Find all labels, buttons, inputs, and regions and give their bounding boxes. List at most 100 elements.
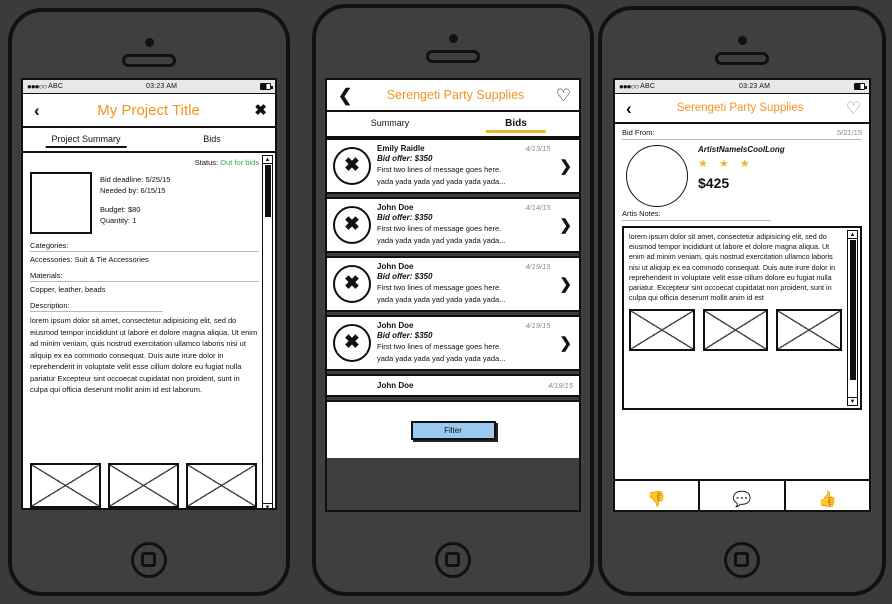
close-icon[interactable]: ✖ <box>254 103 267 118</box>
bid-deadline-label: Bid deadline: 5/25/15 <box>100 175 171 184</box>
action-label: Ask artist <box>728 510 757 511</box>
tab-label: Bids <box>203 134 221 144</box>
tab-bids[interactable]: Bids <box>149 128 275 151</box>
carrier-label: ABC <box>48 83 64 90</box>
signal-strength-icon: ●●●○○ <box>619 82 639 91</box>
bidder-name: John Doe <box>377 203 414 212</box>
action-label: Decline <box>645 510 668 511</box>
tab-bar: Project Summary Bids <box>23 128 275 153</box>
accept-bid-button[interactable]: 👍 Accept Bid <box>786 481 869 511</box>
vertical-scrollbar[interactable]: ▲ ▼ <box>847 230 858 406</box>
artist-notes-label: Artis Notes: <box>622 209 661 218</box>
attachment-thumbnail-row <box>23 457 275 508</box>
status-bar: ●●●○○ ABC 03:23 AM <box>615 80 869 94</box>
avatar <box>626 145 688 207</box>
scroll-down-icon[interactable]: ▼ <box>263 503 272 508</box>
artist-notes-panel[interactable]: lorem ipsum dolor sit amet, consectetur … <box>622 226 862 410</box>
home-button[interactable] <box>724 542 760 578</box>
chevron-right-icon[interactable]: ❯ <box>556 216 575 234</box>
scroll-up-icon[interactable]: ▲ <box>263 156 272 164</box>
home-button[interactable] <box>435 542 471 578</box>
summary-scroll-area[interactable]: Status: Out for bids Bid deadline: 5/25/… <box>23 153 275 471</box>
list-item[interactable]: John Doe 4/19/15 <box>327 374 579 397</box>
field-label: Materials: <box>30 271 63 280</box>
scroll-up-icon[interactable]: ▲ <box>848 231 857 239</box>
bid-message-line-2: yada yada yada yad yada yada yada... <box>377 236 506 245</box>
bid-content: Emily Raidle 4/13/15 Bid offer: $350 Fir… <box>377 144 550 187</box>
list-item[interactable]: ✖ John Doe 4/19/15 Bid offer: $350 First… <box>327 256 579 312</box>
status-badge: Out for bids <box>220 158 259 167</box>
description-text: lorem ipsum dolor sit amet, consectetur … <box>30 316 258 394</box>
page-title: Serengeti Party Supplies <box>386 88 525 102</box>
image-placeholder[interactable] <box>186 463 257 508</box>
tab-summary[interactable]: Summary <box>327 112 453 136</box>
page-title: My Project Title <box>97 101 200 119</box>
vertical-scrollbar[interactable]: ▲ ▼ <box>262 155 273 508</box>
project-summary-body: Status: Out for bids Bid deadline: 5/25/… <box>23 153 275 508</box>
bid-date: 4/19/15 <box>525 321 551 330</box>
bid-offer: Bid offer: $350 <box>377 331 433 340</box>
tab-label: Bids <box>505 118 527 129</box>
earpiece-speaker-icon <box>426 50 480 63</box>
tab-underline <box>45 146 127 148</box>
thumbs-down-icon: 👎 <box>647 490 666 508</box>
home-button[interactable] <box>131 542 167 578</box>
bid-offer: Bid offer: $350 <box>377 213 433 222</box>
field-label: Categories: <box>30 241 69 250</box>
scroll-down-icon[interactable]: ▼ <box>848 397 857 405</box>
phone-mockup-bid-detail: ●●●○○ ABC 03:23 AM ‹ Serengeti Party Sup… <box>598 6 886 596</box>
back-icon[interactable]: ‹ <box>623 100 635 117</box>
heart-icon[interactable]: ♡ <box>556 87 571 104</box>
battery-icon <box>854 83 867 90</box>
thumbs-up-icon: 👍 <box>817 490 837 508</box>
heart-icon[interactable]: ♡ <box>846 100 861 117</box>
artist-name: ArtistNameIsCoolLong <box>698 145 785 154</box>
image-placeholder[interactable] <box>30 463 101 508</box>
ask-artist-button[interactable]: 💬 Ask artist <box>700 481 786 511</box>
earpiece-speaker-icon <box>715 52 769 65</box>
bidder-name: John Doe <box>377 321 414 330</box>
navigation-bar: ❮ Serengeti Party Supplies ♡ <box>327 80 579 112</box>
scrollbar-thumb[interactable] <box>849 240 856 380</box>
bid-message-line-1: First two lines of message goes here. <box>377 283 502 292</box>
avatar: ✖ <box>333 205 371 244</box>
image-placeholder[interactable] <box>702 309 769 352</box>
image-placeholder[interactable] <box>776 309 843 352</box>
image-placeholder[interactable] <box>108 463 179 508</box>
chevron-right-icon[interactable]: ❯ <box>556 334 575 352</box>
list-item[interactable]: ✖ John Doe 4/14/15 Bid offer: $350 First… <box>327 197 579 253</box>
earpiece-speaker-icon <box>122 54 176 67</box>
bid-date: 4/13/15 <box>525 144 551 153</box>
bid-content: John Doe 4/19/15 <box>333 381 573 390</box>
chevron-right-icon[interactable]: ❯ <box>556 157 575 175</box>
tab-project-summary[interactable]: Project Summary <box>23 128 149 151</box>
tab-bids[interactable]: Bids <box>453 112 579 136</box>
bid-price: $425 <box>698 175 730 191</box>
decline-button[interactable]: 👎 Decline <box>615 481 701 511</box>
clock-label: 03:23 AM <box>738 83 771 90</box>
tab-bar: Summary Bids <box>327 112 579 138</box>
back-icon[interactable]: ❮ <box>335 87 355 104</box>
wireframe-canvas: ●●●○○ ABC 03:23 AM ‹ My Project Title ✖ … <box>0 0 892 604</box>
list-item[interactable]: ✖ John Doe 4/19/15 Bid offer: $350 First… <box>327 315 579 371</box>
back-icon[interactable]: ‹ <box>31 102 43 119</box>
image-placeholder[interactable] <box>629 309 695 352</box>
list-item[interactable]: ✖ Emily Raidle 4/13/15 Bid offer: $350 F… <box>327 138 579 194</box>
bidder-name: John Doe <box>377 262 414 271</box>
tab-label: Project Summary <box>51 134 121 144</box>
front-camera-icon <box>449 34 458 43</box>
bid-content: John Doe 4/19/15 Bid offer: $350 First t… <box>377 321 550 364</box>
status-bar: ●●●○○ ABC 03:23 AM <box>23 80 275 94</box>
bid-date: 5/21/15 <box>836 128 862 137</box>
filter-button[interactable]: Filter <box>410 420 496 440</box>
field-label: Description: <box>30 301 70 310</box>
status-line: Status: Out for bids <box>30 158 259 167</box>
chevron-right-icon[interactable]: ❯ <box>556 275 575 293</box>
bid-message-line-2: yada yada yada yad yada yada yada... <box>377 354 506 363</box>
scrollbar-thumb[interactable] <box>264 165 271 217</box>
bid-date: 4/19/15 <box>525 262 551 271</box>
phone-mockup-bids-list: ❮ Serengeti Party Supplies ♡ Summary Bid… <box>312 4 594 596</box>
footer-bar: Filter <box>327 400 579 458</box>
bids-list[interactable]: ✖ Emily Raidle 4/13/15 Bid offer: $350 F… <box>327 138 579 397</box>
page-title: Serengeti Party Supplies <box>676 102 804 114</box>
